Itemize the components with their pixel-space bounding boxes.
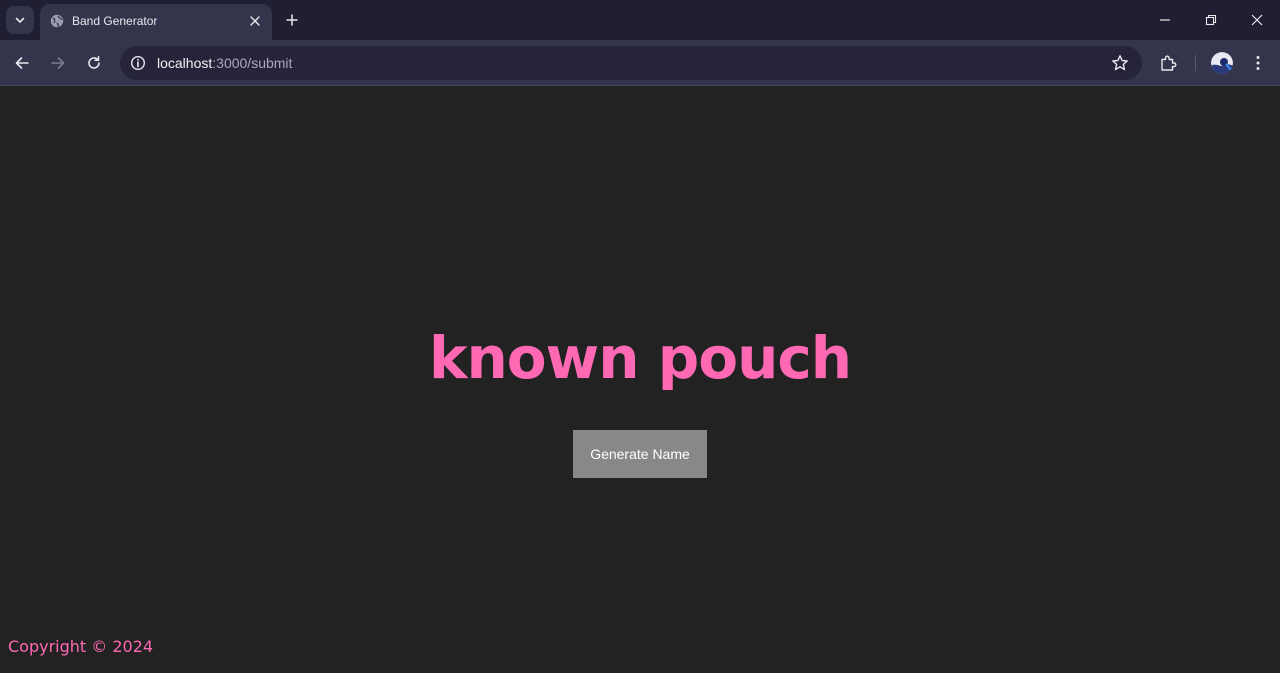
extensions-button[interactable] xyxy=(1156,51,1180,75)
window-close-button[interactable] xyxy=(1245,8,1269,32)
minimize-icon xyxy=(1160,19,1170,21)
window-close-icon xyxy=(1251,14,1263,26)
tab-search-button[interactable] xyxy=(6,6,34,34)
url-host: localhost xyxy=(157,55,213,71)
menu-icon xyxy=(1256,56,1260,70)
avatar[interactable] xyxy=(1211,52,1233,74)
reload-button[interactable] xyxy=(82,51,106,75)
restore-button[interactable] xyxy=(1199,8,1223,32)
url-text: localhost:3000/submit xyxy=(157,55,292,71)
band-name-heading: known pouch xyxy=(428,324,852,392)
plus-icon xyxy=(286,14,298,26)
restore-icon xyxy=(1205,14,1217,26)
back-icon xyxy=(15,57,29,69)
close-icon xyxy=(250,16,260,26)
forward-icon xyxy=(51,57,65,69)
new-tab-button[interactable] xyxy=(282,10,302,30)
address-bar[interactable]: localhost:3000/submit xyxy=(120,46,1142,80)
browser-toolbar: localhost:3000/submit xyxy=(0,40,1280,86)
generate-name-button[interactable]: Generate Name xyxy=(573,430,707,478)
page-content: known pouch Generate Name Copyright © 20… xyxy=(0,87,1280,673)
profile-avatar-icon xyxy=(1211,52,1233,74)
back-button[interactable] xyxy=(10,51,34,75)
tab-title: Band Generator xyxy=(72,14,158,28)
bookmark-button[interactable] xyxy=(1110,53,1130,73)
tab-bar: Band Generator xyxy=(0,0,1280,40)
info-icon xyxy=(130,55,146,71)
star-icon xyxy=(1112,55,1128,71)
tab-close-button[interactable] xyxy=(246,12,264,30)
extensions-icon xyxy=(1161,55,1177,71)
site-info-button[interactable] xyxy=(128,53,148,73)
minimize-button[interactable] xyxy=(1153,8,1177,32)
browser-tab[interactable]: Band Generator xyxy=(40,4,272,40)
toolbar-divider xyxy=(1195,55,1196,71)
chevron-down-icon xyxy=(15,17,25,23)
forward-button[interactable] xyxy=(46,51,70,75)
copyright-footer: Copyright © 2024 xyxy=(8,637,154,656)
reload-icon xyxy=(88,56,100,69)
menu-button[interactable] xyxy=(1246,51,1270,75)
url-path: :3000/submit xyxy=(212,55,293,71)
globe-icon xyxy=(50,14,64,28)
